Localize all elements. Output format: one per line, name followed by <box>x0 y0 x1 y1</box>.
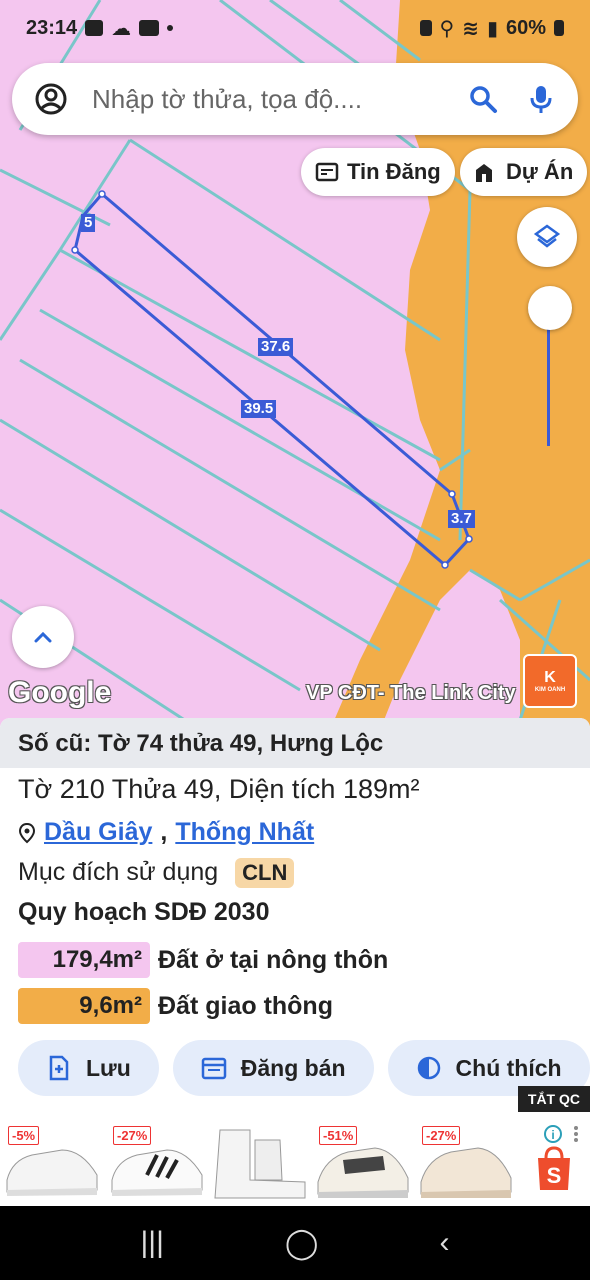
gallery-icon <box>85 20 104 36</box>
add-file-icon <box>49 1055 69 1081</box>
microphone-icon[interactable] <box>526 84 556 114</box>
zone-area: 179,4m² <box>18 942 150 978</box>
ad-product[interactable]: -27% <box>107 1120 207 1202</box>
project-chip[interactable]: Dự Án <box>460 148 588 196</box>
brand-logo-text: KIM OANH <box>534 687 566 693</box>
discount-badge: -5% <box>8 1126 40 1145</box>
ad-product[interactable] <box>210 1120 310 1202</box>
layers-icon <box>533 224 561 248</box>
city-link[interactable]: Thống Nhất <box>175 818 314 847</box>
lock-icon <box>419 20 432 36</box>
post-for-sale-label: Đăng bán <box>240 1054 346 1081</box>
brand-logo[interactable]: K KIM OANH <box>523 654 577 708</box>
parcel-location: Dầu Giây, Thống Nhất <box>18 818 314 847</box>
signal-icon: ▮ <box>486 17 498 40</box>
calendar-icon <box>201 1057 227 1080</box>
wifi-icon: ≋ <box>462 17 479 40</box>
expand-button[interactable] <box>12 606 74 668</box>
close-ads-button[interactable]: TẮT QC <box>517 1086 590 1112</box>
chevron-up-icon <box>34 631 52 643</box>
layers-button[interactable] <box>517 207 577 267</box>
svg-text:S: S <box>547 1163 562 1188</box>
discount-badge: -27% <box>422 1126 461 1145</box>
brand-logo-letter: K <box>544 669 556 686</box>
back-icon[interactable]: ‹ <box>439 1226 449 1260</box>
search-icon[interactable] <box>468 84 498 114</box>
ad-product[interactable]: -27% <box>416 1120 516 1202</box>
usage-label: Mục đích sử dụng <box>18 858 219 886</box>
contrast-icon <box>417 1056 440 1080</box>
district-link[interactable]: Dầu Giây <box>44 818 152 847</box>
listing-chip-label: Tin Đăng <box>347 159 441 184</box>
discount-badge: -51% <box>319 1126 358 1145</box>
newspaper-icon <box>315 162 339 182</box>
search-bar[interactable] <box>12 63 578 135</box>
ad-banner[interactable]: TẮT QC -5% -27% -51% -27% i S <box>0 1086 590 1206</box>
action-bar: Lưu Đăng bán Chú thích <box>18 1040 590 1096</box>
ad-product[interactable]: -5% <box>2 1120 102 1202</box>
post-for-sale-button[interactable]: Đăng bán <box>172 1040 374 1096</box>
zone-label: Đất giao thông <box>158 991 333 1020</box>
edge-label: 5 <box>81 214 96 232</box>
youtube-icon <box>139 20 160 36</box>
zone-row: 179,4m² Đất ở tại nông thôn <box>18 942 388 978</box>
usage-code-badge: CLN <box>235 858 295 888</box>
ad-product[interactable]: -51% <box>313 1120 413 1202</box>
cloud-icon: ☁ <box>111 17 132 40</box>
status-time: 23:14 <box>26 16 78 39</box>
building-icon <box>476 164 492 182</box>
legend-button-label: Chú thích <box>455 1054 562 1081</box>
search-input[interactable] <box>92 83 456 115</box>
listing-chip[interactable]: Tin Đăng <box>301 148 455 196</box>
parcel-info-panel: Số cũ: Tờ 74 thửa 49, Hưng Lộc Tờ 210 Th… <box>0 718 590 1118</box>
account-icon[interactable] <box>34 82 68 116</box>
zone-row: 9,6m² Đất giao thông <box>18 988 333 1024</box>
save-button-label: Lưu <box>86 1054 131 1081</box>
battery-level: 60% <box>505 16 546 39</box>
zone-area: 9,6m² <box>18 988 150 1024</box>
project-chip-label: Dự Án <box>506 159 574 184</box>
plan-title: Quy hoạch SDĐ 2030 <box>18 898 270 926</box>
edge-label: 3.7 <box>448 510 475 528</box>
edge-label: 37.6 <box>258 338 294 356</box>
info-icon: i S <box>538 1125 578 1190</box>
opacity-slider-handle[interactable] <box>528 286 572 330</box>
map-attribution: VP CĐT- The Link City <box>306 682 516 704</box>
google-logo: Google <box>8 676 112 709</box>
svg-text:i: i <box>551 1128 554 1142</box>
location-pin-icon <box>18 822 36 843</box>
edge-label: 39.5 <box>241 400 277 418</box>
location-icon: ⚲ <box>439 17 455 40</box>
system-nav-bar: ||| ◯ ‹ <box>0 1206 590 1280</box>
zone-label: Đất ở tại nông thôn <box>158 945 389 974</box>
battery-icon <box>554 20 564 36</box>
old-parcel-ref: Số cũ: Tờ 74 thửa 49, Hưng Lộc <box>0 718 590 768</box>
save-button[interactable]: Lưu <box>18 1040 159 1096</box>
shopee-logo[interactable]: i S <box>528 1120 588 1202</box>
discount-badge: -27% <box>113 1126 152 1145</box>
more-notifications-icon <box>167 25 174 31</box>
parcel-summary: Tờ 210 Thửa 49, Diện tích 189m² <box>18 774 420 804</box>
home-icon[interactable]: ◯ <box>285 1226 319 1261</box>
boot-image <box>214 1129 306 1199</box>
recent-apps-icon[interactable]: ||| <box>141 1226 164 1260</box>
status-bar: 23:14 ☁ ⚲ ≋ ▮ 60% <box>0 0 590 56</box>
usage-row: Mục đích sử dụng CLN <box>18 858 295 888</box>
